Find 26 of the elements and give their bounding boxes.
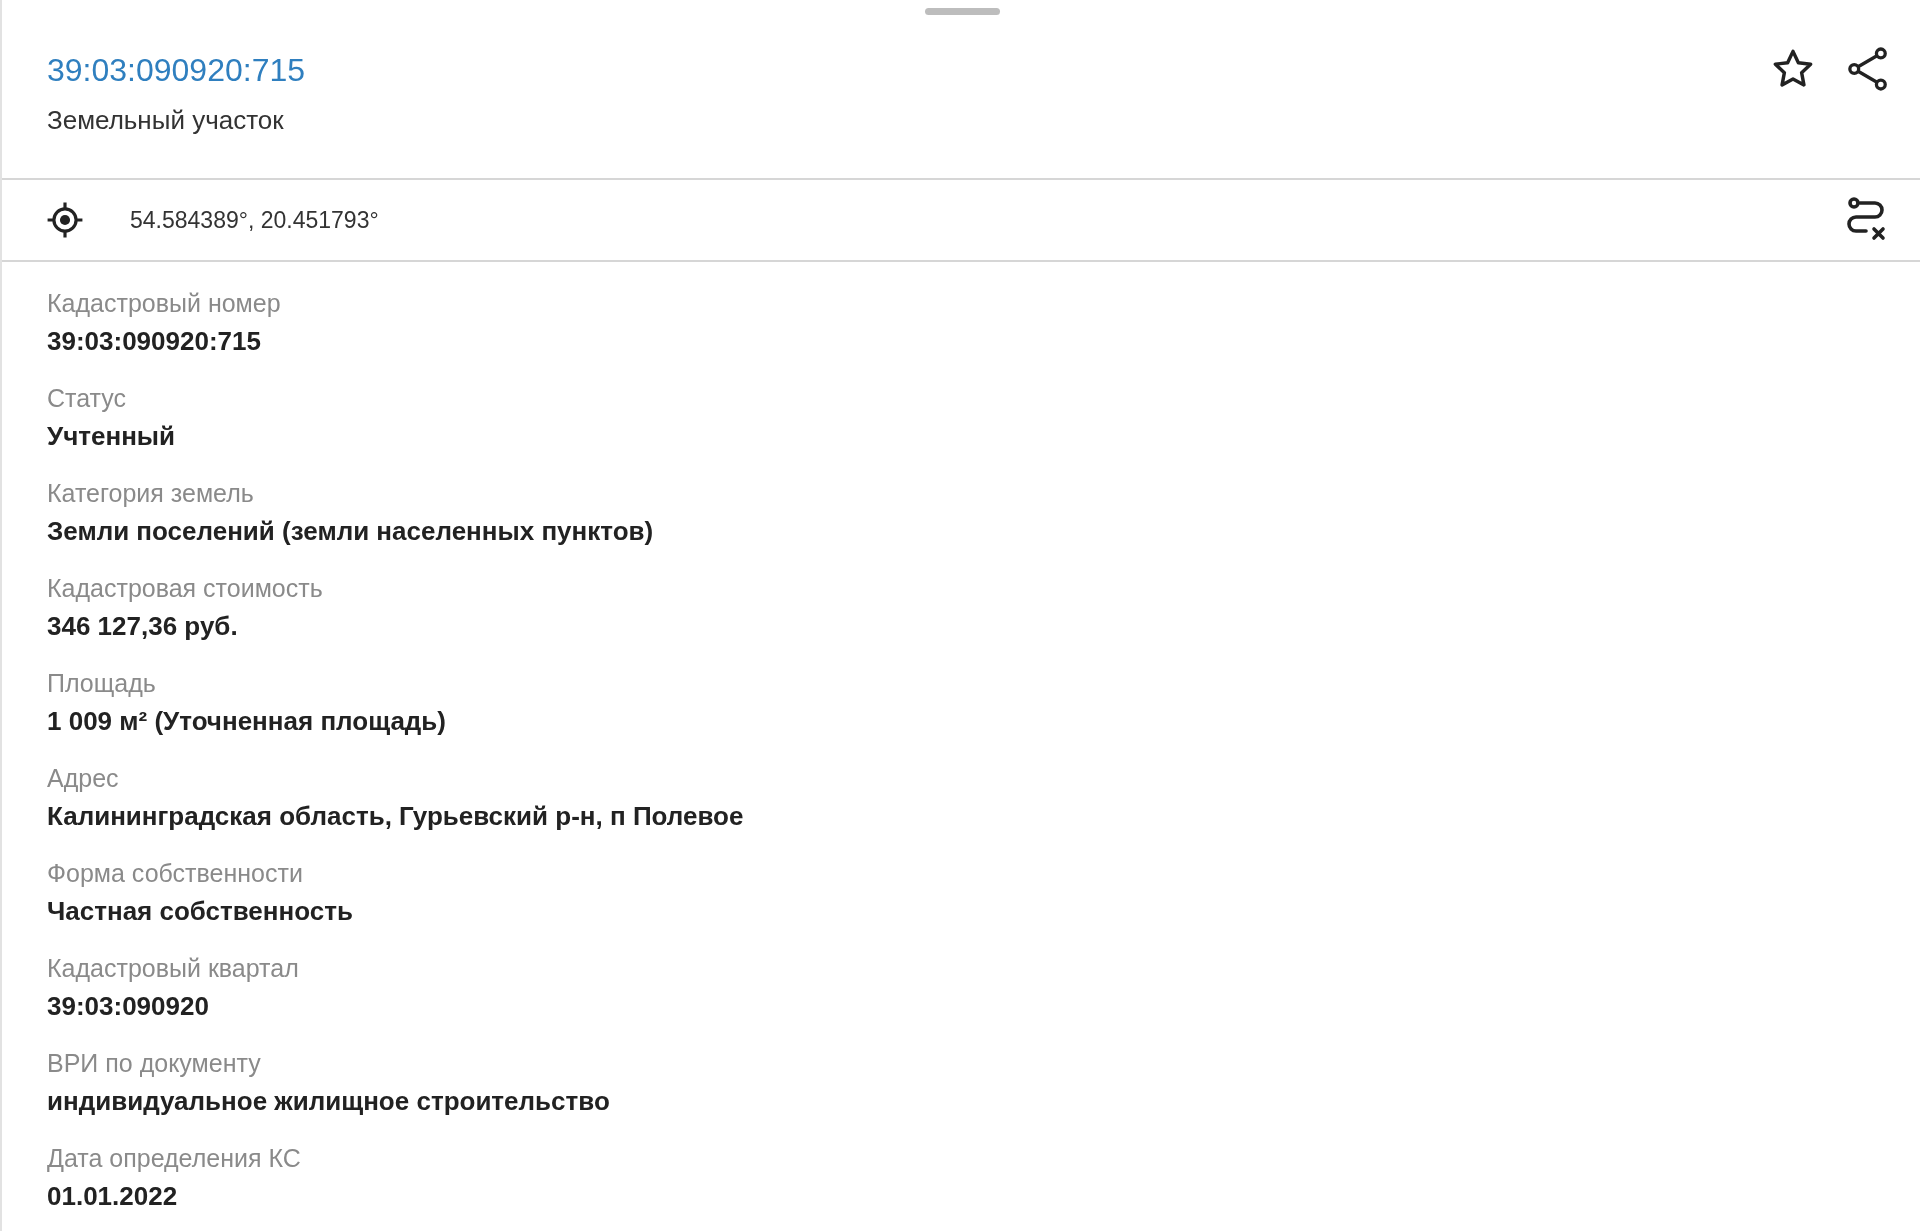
field-value: 1 009 м² (Уточненная площадь)	[47, 705, 446, 738]
field-value: Земли поселений (земли населенных пунктов)	[47, 515, 654, 548]
field-label: Кадастровая стоимость	[47, 573, 323, 604]
field-value: 39:03:090920	[47, 990, 209, 1023]
object-type: Земельный участок	[47, 104, 285, 136]
field-value: Калининградская область, Гурьевский р-н, п Полевое	[47, 800, 744, 833]
field-value: 01.01.2022	[47, 1180, 178, 1213]
field-value: Частная собственность	[47, 895, 353, 928]
field-value: 346 127,36 руб.	[47, 610, 238, 643]
field-label: Категория земель	[47, 478, 254, 509]
coordinates-text: 54.584389°, 20.451793°	[130, 206, 380, 234]
field-label: Статус	[47, 383, 127, 414]
drag-handle[interactable]	[925, 8, 1000, 15]
field-label: ВРИ по документу	[47, 1048, 261, 1079]
field-label: Дата определения КС	[47, 1143, 301, 1174]
field-value: 39:03:090920:715	[47, 325, 261, 358]
cadastral-number-title: 39:03:090920:715	[47, 51, 306, 90]
field-label: Форма собственности	[47, 858, 303, 889]
location-target-icon[interactable]	[46, 201, 84, 239]
share-icon[interactable]	[1846, 46, 1890, 92]
field-label: Адрес	[47, 763, 119, 794]
field-value: индивидуальное жилищное строительство	[47, 1085, 610, 1118]
field-label: Кадастровый номер	[47, 288, 281, 319]
field-label: Кадастровый квартал	[47, 953, 299, 984]
field-label: Площадь	[47, 668, 156, 699]
field-value: Учтенный	[47, 420, 176, 453]
